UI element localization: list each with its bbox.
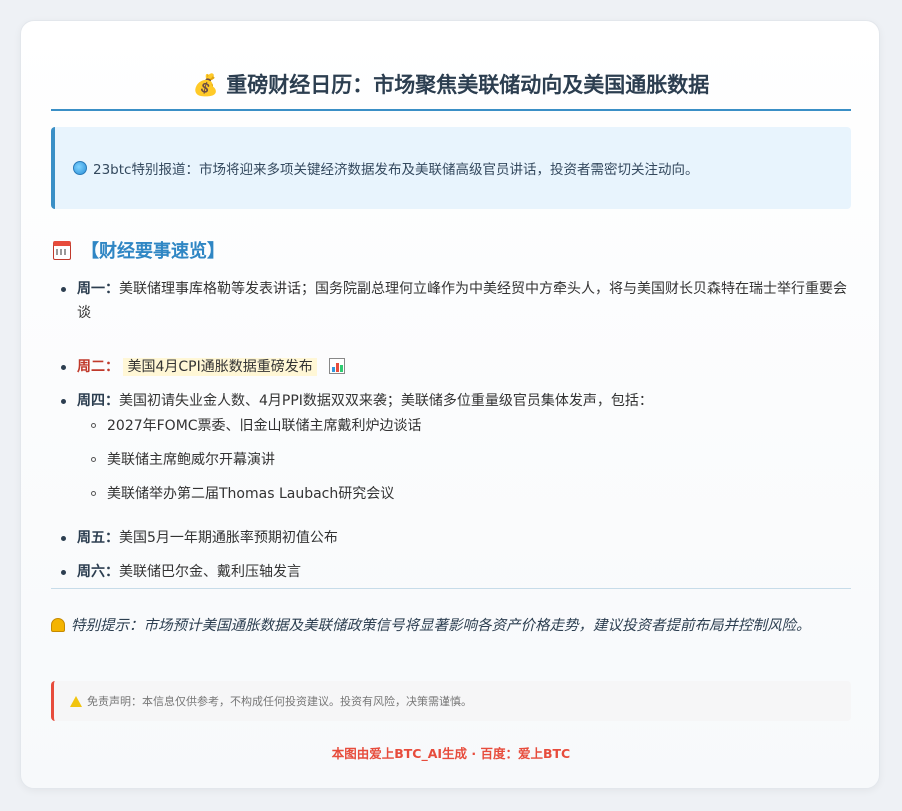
bullet [61, 365, 66, 370]
event-day: 周四： [77, 393, 119, 409]
event-text-highlight: 美国4月CPI通胀数据重磅发布 [123, 358, 317, 376]
disclaimer-box: 免责声明：本信息仅供参考，不构成任何投资建议。投资有风险，决策需谨慎。 [51, 681, 851, 721]
bullet [61, 536, 66, 541]
sub-item-text: 美联储举办第二届Thomas Laubach研究会议 [107, 486, 395, 502]
section-heading-text: 【财经要事速览】 [81, 241, 225, 262]
calendar-icon [53, 240, 71, 260]
bullet [61, 399, 66, 404]
event-text: 美联储巴尔金、戴利压轴发言 [119, 564, 301, 580]
bar-chart-icon [329, 358, 346, 374]
list-item: 周六：美联储巴尔金、戴利压轴发言 [61, 560, 851, 584]
tip-text: 特别提示：市场预计美国通胀数据及美联储政策信号将显著影响各资产价格走势，建议投资… [71, 618, 811, 634]
bell-icon [51, 618, 65, 632]
sub-list-item: 2027年FOMC票委、旧金山联储主席戴利炉边谈话 [91, 414, 851, 438]
list-item: 周四：美国初请失业金人数、4月PPI数据双双来袭；美联储多位重量级官员集体发声，… [61, 389, 851, 413]
list-item: 周一：美联储理事库格勒等发表讲话；国务院副总理何立峰作为中美经贸中方牵头人，将与… [61, 277, 851, 325]
list-item: 周二： 美国4月CPI通胀数据重磅发布 [61, 355, 851, 379]
bullet [61, 570, 66, 575]
sub-bullet [91, 491, 96, 496]
title-divider [51, 109, 851, 111]
sub-bullet [91, 423, 96, 428]
report-notice: 23btc特别报道：市场将迎来多项关键经济数据发布及美联储高级官员讲话，投资者需… [51, 127, 851, 209]
report-card: 💰 重磅财经日历：市场聚焦美联储动向及美国通胀数据 23btc特别报道：市场将迎… [20, 20, 880, 789]
event-day: 周一： [77, 281, 119, 297]
event-text: 美联储理事库格勒等发表讲话；国务院副总理何立峰作为中美经贸中方牵头人，将与美国财… [77, 281, 847, 321]
section-divider [51, 588, 851, 589]
event-day: 周六： [77, 564, 119, 580]
globe-icon [73, 161, 87, 175]
event-day: 周五： [77, 530, 119, 546]
warning-icon [70, 695, 82, 707]
section-heading: 【财经要事速览】 [53, 237, 225, 263]
event-text: 美国初请失业金人数、4月PPI数据双双来袭；美联储多位重量级官员集体发声，包括： [119, 393, 653, 409]
page-title: 💰 重磅财经日历：市场聚焦美联储动向及美国通胀数据 [192, 73, 710, 97]
bullet [61, 287, 66, 292]
sub-item-text: 美联储主席鲍威尔开幕演讲 [107, 452, 275, 468]
event-text: 美国5月一年期通胀率预期初值公布 [119, 530, 338, 546]
sub-bullet [91, 457, 96, 462]
footer-credit: 本图由爱上BTC_AI生成 · 百度：爱上BTC [331, 746, 571, 761]
event-day: 周二： [77, 359, 119, 375]
disclaimer-text: 免责声明：本信息仅供参考，不构成任何投资建议。投资有风险，决策需谨慎。 [87, 695, 472, 708]
notice-text: 23btc特别报道：市场将迎来多项关键经济数据发布及美联储高级官员讲话，投资者需… [93, 162, 699, 178]
sub-list-item: 美联储主席鲍威尔开幕演讲 [91, 448, 851, 472]
special-tip: 特别提示：市场预计美国通胀数据及美联储政策信号将显著影响各资产价格走势，建议投资… [51, 615, 851, 637]
sub-item-text: 2027年FOMC票委、旧金山联储主席戴利炉边谈话 [107, 418, 422, 434]
sub-list-item: 美联储举办第二届Thomas Laubach研究会议 [91, 482, 851, 506]
list-item: 周五：美国5月一年期通胀率预期初值公布 [61, 526, 851, 550]
